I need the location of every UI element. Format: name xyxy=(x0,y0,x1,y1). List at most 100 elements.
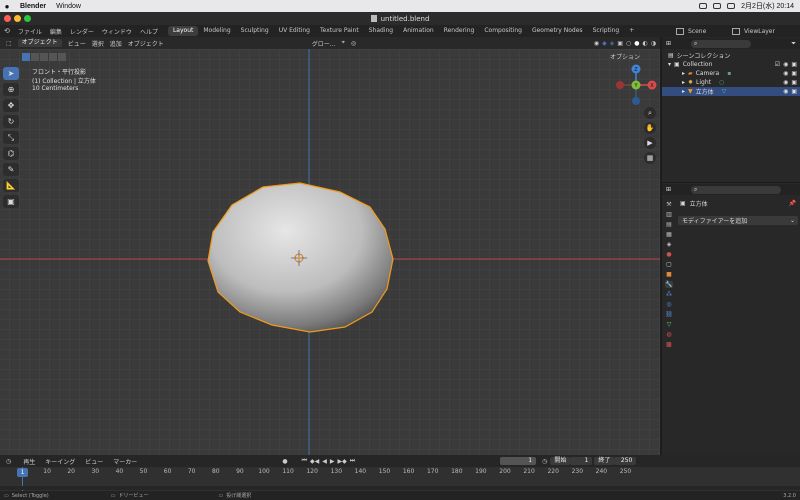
timeline-menu-marker[interactable]: マーカー xyxy=(113,457,137,466)
add-modifier-button[interactable]: モディファイアーを追加 ⌄ xyxy=(678,216,798,225)
jump-start-icon[interactable]: ⏮ xyxy=(302,457,307,465)
battery-icon[interactable] xyxy=(727,3,736,9)
constraints-props-icon[interactable]: ⛓ xyxy=(665,311,673,318)
tab-layout[interactable]: Layout xyxy=(167,26,199,36)
prev-keyframe-icon[interactable]: ◆◀ xyxy=(310,458,319,465)
physics-props-icon[interactable]: ◎ xyxy=(666,301,671,308)
properties-search-icon[interactable]: ⌕ xyxy=(691,185,782,194)
outliner-item-camera[interactable]: ▸ ▰ Camera ▪ ◉ ▣ xyxy=(662,69,800,78)
menu-window[interactable]: ウィンドウ xyxy=(102,27,132,36)
view-layer-selector[interactable]: ViewLayer xyxy=(744,28,794,35)
menu-edit[interactable]: 編集 xyxy=(50,27,62,36)
camera-view-icon[interactable]: ▶ xyxy=(644,137,656,149)
current-frame-field[interactable]: 1 xyxy=(500,457,537,465)
play-reverse-icon[interactable]: ◀ xyxy=(322,458,327,465)
tab-texture-paint[interactable]: Texture Paint xyxy=(315,26,364,36)
gizmo-z-label: Z xyxy=(634,67,638,73)
scene-props-icon[interactable]: ◈ xyxy=(667,241,672,248)
frame-start-field[interactable]: 1 xyxy=(570,457,593,465)
checkbox-icon[interactable]: ☑ xyxy=(775,61,780,68)
frame-end-field[interactable]: 250 xyxy=(614,457,637,465)
zoom-icon[interactable]: ⌕ xyxy=(644,107,656,119)
camera-render-icon[interactable]: ▣ xyxy=(791,61,797,68)
tab-scripting[interactable]: Scripting xyxy=(588,26,625,36)
tab-rendering[interactable]: Rendering xyxy=(439,26,480,36)
expand-arrow-icon[interactable]: ▸ xyxy=(682,88,685,95)
clock-icon[interactable]: ◷ xyxy=(542,458,547,465)
outliner-editor-icon[interactable]: ⊞ xyxy=(666,40,671,47)
pan-hand-icon[interactable]: ✋ xyxy=(644,122,656,134)
minimize-window-button[interactable] xyxy=(14,15,21,22)
eye-icon[interactable]: ◉ xyxy=(783,70,788,77)
expand-arrow-icon[interactable]: ▾ xyxy=(668,61,671,68)
tab-compositing[interactable]: Compositing xyxy=(479,26,527,36)
outliner-item-collection[interactable]: ▾ ▣ Collection ☑ ◉ ▣ xyxy=(662,60,800,69)
camera-render-icon[interactable]: ▣ xyxy=(791,70,797,77)
expand-arrow-icon[interactable]: ▸ xyxy=(682,79,685,86)
chevron-down-icon: ⌄ xyxy=(789,217,795,224)
tab-animation[interactable]: Animation xyxy=(398,26,439,36)
eye-icon[interactable]: ◉ xyxy=(783,79,788,86)
menu-render[interactable]: レンダー xyxy=(70,27,94,36)
particles-props-icon[interactable]: ⁂ xyxy=(666,291,672,298)
next-keyframe-icon[interactable]: ▶◆ xyxy=(337,458,346,465)
tab-sculpting[interactable]: Sculpting xyxy=(236,26,274,36)
tab-geometry-nodes[interactable]: Geometry Nodes xyxy=(527,26,588,36)
timeline-menu-view[interactable]: ビュー xyxy=(85,457,103,466)
tab-uv-editing[interactable]: UV Editing xyxy=(274,26,315,36)
collection-props-icon[interactable]: ▢ xyxy=(666,261,672,268)
outliner-item-cube[interactable]: ▸ ▼ 立方体 ▽ ◉ ▣ xyxy=(662,87,800,96)
eye-icon[interactable]: ◉ xyxy=(783,61,788,68)
material-props-icon[interactable]: ◍ xyxy=(666,331,671,338)
properties-editor-icon[interactable]: ⊞ xyxy=(666,186,671,193)
3d-viewport[interactable]: ⬚ オブジェクト ビュー 選択 追加 オブジェクト グロー... ⌖ ◎ ◉ ◆… xyxy=(0,37,660,455)
texture-props-icon[interactable]: ▩ xyxy=(666,341,672,348)
camera-render-icon[interactable]: ▣ xyxy=(791,88,797,95)
expand-arrow-icon[interactable]: ▸ xyxy=(682,70,685,77)
menubar-app[interactable]: Blender xyxy=(20,3,46,10)
timeline-editor-icon[interactable]: ◷ xyxy=(6,458,11,465)
outliner-item-light[interactable]: ▸ ✸ Light ○ ◉ ▣ xyxy=(662,78,800,87)
status-icon[interactable] xyxy=(699,3,708,9)
apple-icon[interactable]: ● xyxy=(0,2,14,11)
menu-help[interactable]: ヘルプ xyxy=(140,27,158,36)
add-workspace-button[interactable]: + xyxy=(624,26,639,36)
outliner-item-label: Collection xyxy=(682,61,713,68)
output-props-icon[interactable]: ▤ xyxy=(666,221,672,228)
close-window-button[interactable] xyxy=(4,15,11,22)
blender-logo-icon[interactable]: ⟲ xyxy=(4,27,10,35)
scene-icon[interactable] xyxy=(676,27,684,35)
wifi-icon[interactable] xyxy=(713,3,722,9)
data-props-icon[interactable]: ▽ xyxy=(667,321,672,328)
timeline-scrollbar[interactable] xyxy=(0,486,800,490)
menu-file[interactable]: ファイル xyxy=(18,27,42,36)
tab-shading[interactable]: Shading xyxy=(364,26,398,36)
timeline-menu-keying[interactable]: キーイング xyxy=(45,457,75,466)
outliner-search-icon[interactable]: ⌕ xyxy=(691,39,752,48)
play-icon[interactable]: ▶ xyxy=(330,458,335,465)
record-icon[interactable]: ● xyxy=(282,458,287,465)
pin-icon[interactable]: 📌 xyxy=(789,200,800,207)
outliner-scene-collection[interactable]: ▤ シーンコレクション xyxy=(662,51,800,60)
view-layer-props-icon[interactable]: ▦ xyxy=(666,231,672,238)
scene-selector[interactable]: Scene xyxy=(688,28,728,35)
tab-modeling[interactable]: Modeling xyxy=(198,26,235,36)
render-props-icon[interactable]: ▥ xyxy=(666,211,672,218)
menubar-window[interactable]: Window xyxy=(56,3,81,10)
playhead[interactable]: 1 xyxy=(17,468,28,477)
jump-end-icon[interactable]: ⏭ xyxy=(350,457,355,465)
zoom-window-button[interactable] xyxy=(24,15,31,22)
eye-icon[interactable]: ◉ xyxy=(783,88,788,95)
camera-render-icon[interactable]: ▣ xyxy=(791,79,797,86)
world-props-icon[interactable]: ● xyxy=(666,251,671,258)
menubar-clock[interactable]: 2月2日(水) 20:14 xyxy=(741,1,794,11)
modifier-props-icon[interactable]: 🔧 xyxy=(665,281,673,288)
view-layer-icon[interactable] xyxy=(732,27,740,35)
tool-props-icon[interactable]: ⚒ xyxy=(666,201,671,208)
navigation-gizmo[interactable]: Z X Y xyxy=(614,63,658,107)
filter-icon[interactable]: ⏷ xyxy=(791,40,800,48)
mac-menubar: ● Blender Window 2月2日(水) 20:14 xyxy=(0,0,800,12)
object-props-icon[interactable]: ■ xyxy=(666,271,672,278)
timeline-menu-playback[interactable]: 再生 xyxy=(23,457,35,466)
perspective-toggle-icon[interactable]: ▦ xyxy=(644,152,656,164)
